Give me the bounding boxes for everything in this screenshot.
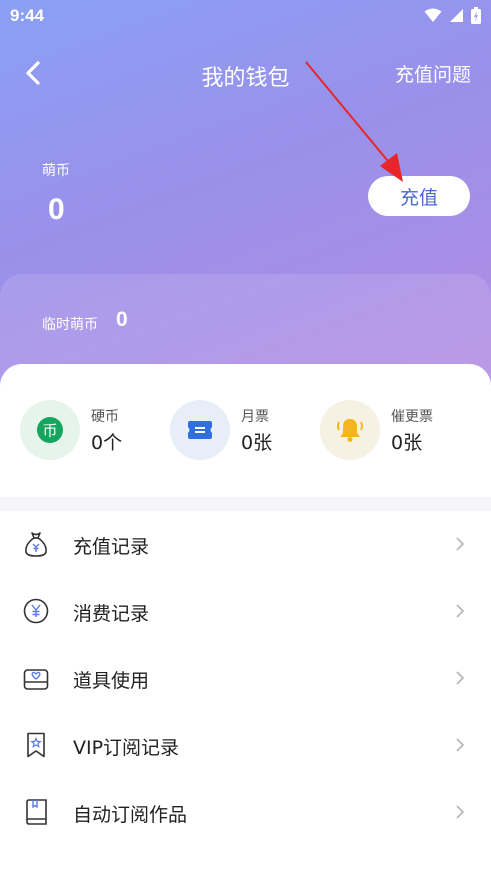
bell-icon: [320, 400, 380, 460]
temporary-coins-label: 临时萌币: [42, 317, 98, 333]
signal-icon: [450, 9, 463, 22]
chevron-right-icon: [456, 805, 465, 819]
money-bag-icon: [25, 532, 47, 557]
asset-name: 催更票: [391, 409, 433, 425]
chevron-right-icon: [456, 738, 465, 752]
menu-item-item-usage[interactable]: 道具使用: [0, 645, 491, 712]
section-divider: [0, 497, 491, 511]
asset-name: 硬币: [91, 409, 119, 425]
recharge-help-link[interactable]: 充值问题: [395, 60, 471, 87]
menu-item-label: 自动订阅作品: [73, 804, 188, 826]
recharge-button[interactable]: 充值: [368, 176, 470, 216]
asset-value: 0张: [391, 432, 423, 454]
nav-bar: 我的钱包 充值问题: [0, 50, 491, 96]
menu-item-label: 充值记录: [73, 536, 150, 558]
battery-icon: [471, 7, 481, 24]
wallet-menu-list: 充值记录 消费记录 道具使用 VIP订阅记录 自动订阅作品: [0, 511, 491, 846]
chevron-right-icon: [456, 537, 465, 551]
wallet-main-card: 币 硬币 0个 月票 0张 催更票 0张 充值记录 消费记录 道具使用 VIP订…: [0, 364, 491, 872]
coin-icon: 币: [20, 400, 80, 460]
yen-circle-icon: [23, 598, 49, 624]
temporary-coins-value: 0: [116, 308, 128, 331]
asset-value: 0张: [241, 432, 273, 454]
coin-balance-value: 0: [48, 193, 65, 226]
status-bar: 9:44: [0, 0, 491, 34]
menu-item-vip-subscription-records[interactable]: VIP订阅记录: [0, 712, 491, 779]
asset-value: 0个: [91, 432, 123, 454]
asset-name: 月票: [241, 409, 269, 425]
menu-item-auto-subscribe-works[interactable]: 自动订阅作品: [0, 779, 491, 846]
menu-item-label: 道具使用: [73, 670, 150, 692]
book-icon: [26, 799, 47, 825]
menu-item-consumption-records[interactable]: 消费记录: [0, 578, 491, 645]
menu-item-label: VIP订阅记录: [73, 737, 180, 759]
coin-balance-label: 萌币: [42, 163, 70, 179]
ticket-icon: [170, 400, 230, 460]
menu-item-recharge-records[interactable]: 充值记录: [0, 511, 491, 578]
menu-item-label: 消费记录: [73, 603, 150, 625]
gift-box-icon: [23, 669, 49, 690]
status-icons: [424, 7, 481, 24]
asset-summary: 币 硬币 0个 月票 0张 催更票 0张: [0, 400, 491, 462]
chevron-right-icon: [456, 604, 465, 618]
wifi-icon: [424, 8, 442, 22]
status-time: 9:44: [10, 6, 45, 25]
svg-text:币: 币: [42, 422, 57, 440]
chevron-right-icon: [456, 671, 465, 685]
bookmark-star-icon: [27, 732, 45, 758]
